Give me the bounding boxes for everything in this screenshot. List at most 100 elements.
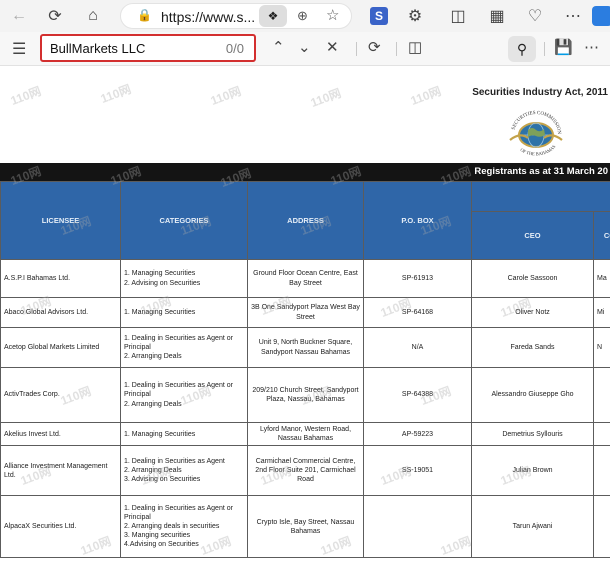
pdf-document: Securities Industry Act, 2011 SECURITIES… bbox=[0, 67, 610, 572]
po-box-cell: SP-61913 bbox=[363, 259, 472, 298]
find-query[interactable]: BullMarkets LLC bbox=[50, 41, 145, 56]
col-header-po-box: P.O. BOX bbox=[363, 181, 472, 260]
licensee-cell: AlpacaX Securities Ltd. bbox=[0, 495, 121, 559]
ceo-cell: Tarun Ajwani bbox=[471, 495, 594, 559]
find-previous-icon[interactable]: ⌃ bbox=[272, 38, 285, 56]
address-cell: 3B One Sandyport Plaza West Bay Street bbox=[247, 297, 364, 328]
refresh-icon[interactable]: ⟳ bbox=[42, 4, 68, 28]
address-cell: Carmichael Commercial Centre, 2nd Floor … bbox=[247, 445, 364, 497]
profile-avatar[interactable] bbox=[592, 6, 610, 26]
back-arrow-icon[interactable]: ← bbox=[6, 4, 32, 28]
categories-cell: 1. Managing Securities bbox=[120, 421, 248, 447]
browser-toolbar: ← ⟳ ⌂ 🔒 https://www.s... ❖ ⊕ ☆ S ⚙ ◫ ▦ ♡… bbox=[0, 0, 610, 32]
category-line: 1. Dealing in Securities as Agent or Pri… bbox=[124, 504, 233, 522]
table-row: Abaco Global Advisors Ltd. 1. Managing Se… bbox=[0, 297, 610, 328]
co-cell: N bbox=[593, 327, 610, 368]
split-screen-icon[interactable]: ◫ bbox=[445, 4, 471, 28]
licensee-cell: A.S.P.I Bahamas Ltd. bbox=[0, 259, 121, 298]
save-icon[interactable]: 💾 bbox=[554, 38, 573, 56]
po-box-cell: SS-19051 bbox=[363, 445, 472, 497]
category-line: 2. Arranging Deals bbox=[124, 467, 182, 475]
watermark: 110网 bbox=[8, 84, 43, 108]
collections-icon[interactable]: ▦ bbox=[484, 4, 510, 28]
act-title: Securities Industry Act, 2011 bbox=[472, 87, 608, 98]
lock-icon[interactable]: 🔒 bbox=[137, 8, 152, 22]
ceo-cell: Alessandro Giuseppe Gho bbox=[471, 367, 594, 423]
table-row: ActivTrades Corp. 1. Dealing in Securitie… bbox=[0, 367, 610, 423]
categories-cell: 1. Dealing in Securities as Agent or Pri… bbox=[120, 495, 248, 559]
col-header-licensee: LICENSEE bbox=[0, 181, 121, 260]
sidebar-menu-icon[interactable]: ☰ bbox=[12, 39, 26, 59]
co-cell: Ma bbox=[593, 259, 610, 298]
divider bbox=[544, 42, 545, 56]
col-header-address: ADDRESS bbox=[247, 181, 364, 260]
table-row: AlpacaX Securities Ltd. 1. Dealing in Sec… bbox=[0, 495, 610, 559]
performance-heart-icon[interactable]: ♡ bbox=[522, 4, 548, 28]
category-line: 1. Managing Securities bbox=[124, 430, 196, 438]
licensee-cell: Abaco Global Advisors Ltd. bbox=[0, 297, 121, 328]
ceo-cell: Oliver Notz bbox=[471, 297, 594, 328]
category-line: 2. Arranging Deals bbox=[124, 353, 182, 361]
po-box-cell: N/A bbox=[363, 327, 472, 368]
address-cell: Ground Floor Ocean Centre, East Bay Stre… bbox=[247, 259, 364, 298]
zoom-icon[interactable]: ⊕ bbox=[297, 8, 308, 24]
page-view-icon[interactable]: ◫ bbox=[408, 38, 422, 56]
commission-seal-logo: SECURITIES COMMISSION OF THE BAHAMAS bbox=[509, 111, 563, 156]
registrants-banner: Registrants as at 31 March 20 bbox=[0, 163, 610, 181]
categories-cell: 1. Managing Securities 2. Advising on Sec… bbox=[120, 259, 248, 298]
favorite-star-icon[interactable]: ☆ bbox=[326, 6, 339, 24]
licensee-cell: Akelius Invest Ltd. bbox=[0, 421, 121, 447]
category-line: 3. Advising on Securities bbox=[124, 476, 201, 484]
licensee-cell: Acetop Global Markets Limited bbox=[0, 327, 121, 368]
category-line: 4.Advising on Securities bbox=[124, 541, 199, 549]
home-icon[interactable]: ⌂ bbox=[80, 4, 106, 28]
more-menu-icon[interactable]: ⋯ bbox=[560, 4, 586, 28]
table-row: Alliance Investment Management Ltd. 1. De… bbox=[0, 445, 610, 497]
watermark: 110网 bbox=[208, 84, 243, 108]
ceo-cell: Carole Sassoon bbox=[471, 259, 594, 298]
po-box-cell: AP-59223 bbox=[363, 421, 472, 447]
categories-cell: 1. Managing Securities bbox=[120, 297, 248, 328]
find-count: 0/0 bbox=[225, 41, 244, 56]
address-cell: 209/210 Church Street, Sandyport Plaza, … bbox=[247, 367, 364, 423]
watermark: 110网 bbox=[408, 84, 443, 108]
address-bar[interactable]: 🔒 https://www.s... ❖ ⊕ ☆ bbox=[120, 3, 352, 29]
divider bbox=[396, 42, 397, 56]
find-next-icon[interactable]: ⌄ bbox=[298, 38, 311, 56]
category-line: 1. Dealing in Securities as Agent or Pri… bbox=[124, 382, 233, 399]
col-header-ceo: CEO bbox=[471, 211, 594, 260]
immersive-reader-icon[interactable]: ❖ bbox=[259, 5, 287, 27]
table-row: A.S.P.I Bahamas Ltd. 1. Managing Securiti… bbox=[0, 259, 610, 298]
extensions-puzzle-icon[interactable]: ⚙ bbox=[402, 4, 428, 28]
categories-cell: 1. Dealing in Securities as Agent or Pri… bbox=[120, 327, 248, 368]
categories-cell: 1. Dealing in Securities as Agent or Pri… bbox=[120, 367, 248, 423]
category-line: 1. Dealing in Securities as Agent bbox=[124, 458, 225, 466]
category-line: 1. Managing Securities bbox=[124, 270, 196, 278]
ceo-cell: Julian Brown bbox=[471, 445, 594, 497]
licensee-cell: ActivTrades Corp. bbox=[0, 367, 121, 423]
category-line: 3. Manging securities bbox=[124, 532, 191, 540]
address-cell: Lyford Manor, Western Road, Nassau Baham… bbox=[247, 421, 364, 447]
co-cell bbox=[593, 495, 610, 559]
extension-s-icon[interactable]: S bbox=[370, 7, 388, 25]
co-cell bbox=[593, 367, 610, 423]
search-icon[interactable]: ⚲ bbox=[508, 36, 536, 62]
category-line: 2. Advising on Securities bbox=[124, 279, 201, 287]
rotate-icon[interactable]: ⟳ bbox=[368, 38, 381, 56]
table-row: Acetop Global Markets Limited 1. Dealing … bbox=[0, 327, 610, 368]
col-header-co: CO bbox=[593, 211, 610, 260]
po-box-cell: SP-64168 bbox=[363, 297, 472, 328]
category-line: 2. Arranging deals in securities bbox=[124, 523, 220, 531]
registrants-date: Registrants as at 31 March 20 bbox=[474, 166, 608, 177]
more-options-icon[interactable]: ⋯ bbox=[584, 38, 599, 56]
licensee-cell: Alliance Investment Management Ltd. bbox=[0, 445, 121, 497]
ceo-cell: Demetrius Syllouris bbox=[471, 421, 594, 447]
find-input[interactable]: BullMarkets LLC 0/0 bbox=[40, 34, 256, 62]
address-cell: Unit 9, North Buckner Square, Sandyport … bbox=[247, 327, 364, 368]
address-cell: Crypto Isle, Bay Street, Nassau Bahamas bbox=[247, 495, 364, 559]
divider bbox=[356, 42, 357, 56]
col-header-group bbox=[471, 181, 610, 212]
url-text[interactable]: https://www.s... bbox=[161, 9, 255, 25]
co-cell bbox=[593, 421, 610, 447]
find-close-icon[interactable]: ✕ bbox=[326, 38, 339, 56]
